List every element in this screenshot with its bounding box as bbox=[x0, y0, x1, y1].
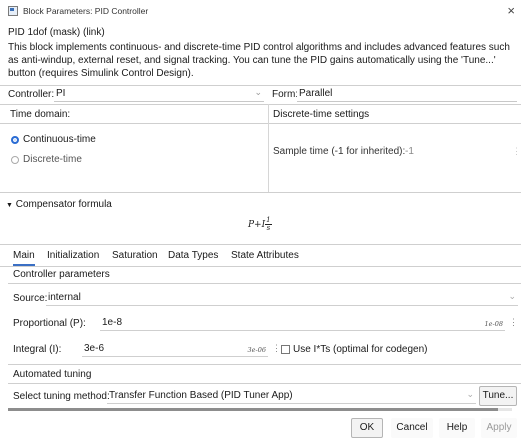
compensator-label: Compensator formula bbox=[15, 199, 112, 210]
vertical-divider bbox=[268, 104, 269, 192]
block-description: This block implements continuous- and di… bbox=[8, 42, 510, 79]
compensator-toggle[interactable]: ▼ Compensator formula bbox=[6, 199, 112, 210]
proportional-hint: 1e-08 bbox=[484, 320, 503, 328]
formula-prefix: P+I bbox=[248, 220, 266, 230]
scrollbar-thumb[interactable] bbox=[8, 408, 498, 411]
source-dropdown[interactable]: internal ⌄ bbox=[46, 290, 518, 306]
caret-down-icon: ▼ bbox=[6, 202, 13, 209]
divider bbox=[8, 364, 521, 365]
controller-parameters-label: Controller parameters bbox=[13, 269, 110, 280]
integral-label: Integral (I): bbox=[13, 344, 62, 355]
kebab-icon[interactable]: ⋮ bbox=[512, 146, 521, 157]
window-title: Block Parameters: PID Controller bbox=[23, 6, 149, 16]
chevron-down-icon: ⌄ bbox=[508, 291, 516, 301]
kebab-icon[interactable]: ⋮ bbox=[509, 317, 518, 328]
discrete-time-label[interactable]: Discrete-time bbox=[23, 154, 82, 165]
tab-main[interactable]: Main bbox=[13, 250, 35, 266]
ok-button[interactable]: OK bbox=[351, 418, 383, 438]
divider bbox=[8, 283, 521, 284]
close-icon[interactable]: × bbox=[507, 3, 515, 18]
integral-input[interactable]: 3e-6 3e-06 bbox=[82, 341, 268, 357]
divider bbox=[0, 244, 521, 245]
proportional-value: 1e-8 bbox=[102, 317, 123, 328]
integral-hint: 3e-06 bbox=[247, 346, 266, 354]
tuning-method-value: Transfer Function Based (PID Tuner App) bbox=[109, 390, 293, 401]
form-dropdown[interactable]: Parallel bbox=[297, 86, 517, 102]
controller-dropdown[interactable]: PI ⌄ bbox=[54, 86, 264, 102]
formula-fraction: 1s bbox=[265, 217, 272, 232]
block-name: PID 1dof (mask) (link) bbox=[8, 27, 105, 38]
fraction-denominator: s bbox=[266, 224, 271, 232]
chevron-down-icon: ⌄ bbox=[466, 389, 474, 399]
divider bbox=[8, 383, 521, 384]
continuous-time-radio[interactable] bbox=[11, 136, 19, 144]
source-label: Source: bbox=[13, 293, 48, 304]
title-bar: Block Parameters: PID Controller × bbox=[0, 0, 521, 22]
tuning-method-label: Select tuning method: bbox=[13, 391, 110, 402]
apply-button[interactable]: Apply bbox=[481, 418, 517, 438]
simulink-app-icon bbox=[8, 6, 18, 16]
proportional-label: Proportional (P): bbox=[13, 318, 86, 329]
tuning-method-dropdown[interactable]: Transfer Function Based (PID Tuner App) … bbox=[107, 388, 476, 404]
tab-state-attributes[interactable]: State Attributes bbox=[231, 250, 299, 266]
divider bbox=[0, 266, 521, 267]
tune-button[interactable]: Tune... bbox=[479, 386, 517, 406]
compensator-formula: P+I 1 s bbox=[248, 217, 272, 232]
kebab-icon[interactable]: ⋮ bbox=[272, 343, 281, 354]
divider bbox=[0, 192, 521, 193]
sample-time-input[interactable]: -1 bbox=[405, 146, 414, 157]
controller-label: Controller: bbox=[8, 89, 55, 100]
source-value: internal bbox=[48, 292, 81, 303]
divider bbox=[0, 123, 521, 124]
use-its-label[interactable]: Use I*Ts (optimal for codegen) bbox=[293, 344, 428, 355]
use-its-checkbox[interactable] bbox=[281, 345, 290, 354]
sample-time-label: Sample time (-1 for inherited): bbox=[273, 146, 406, 157]
integral-value: 3e-6 bbox=[84, 343, 105, 354]
time-domain-label: Time domain: bbox=[10, 109, 71, 120]
cancel-button[interactable]: Cancel bbox=[391, 418, 433, 438]
continuous-time-label[interactable]: Continuous-time bbox=[23, 134, 96, 145]
tab-data-types[interactable]: Data Types bbox=[168, 250, 218, 266]
help-button[interactable]: Help bbox=[439, 418, 475, 438]
horizontal-scrollbar[interactable] bbox=[8, 408, 512, 411]
discrete-settings-label: Discrete-time settings bbox=[273, 109, 370, 120]
chevron-down-icon: ⌄ bbox=[254, 87, 262, 97]
discrete-time-radio[interactable] bbox=[11, 156, 19, 164]
tab-initialization[interactable]: Initialization bbox=[47, 250, 99, 266]
tab-saturation[interactable]: Saturation bbox=[112, 250, 158, 266]
divider bbox=[0, 104, 521, 105]
automated-tuning-label: Automated tuning bbox=[13, 369, 92, 380]
form-value: Parallel bbox=[299, 88, 333, 99]
controller-value: PI bbox=[56, 88, 66, 99]
form-label: Form: bbox=[272, 89, 299, 100]
proportional-input[interactable]: 1e-8 1e-08 bbox=[100, 315, 505, 331]
